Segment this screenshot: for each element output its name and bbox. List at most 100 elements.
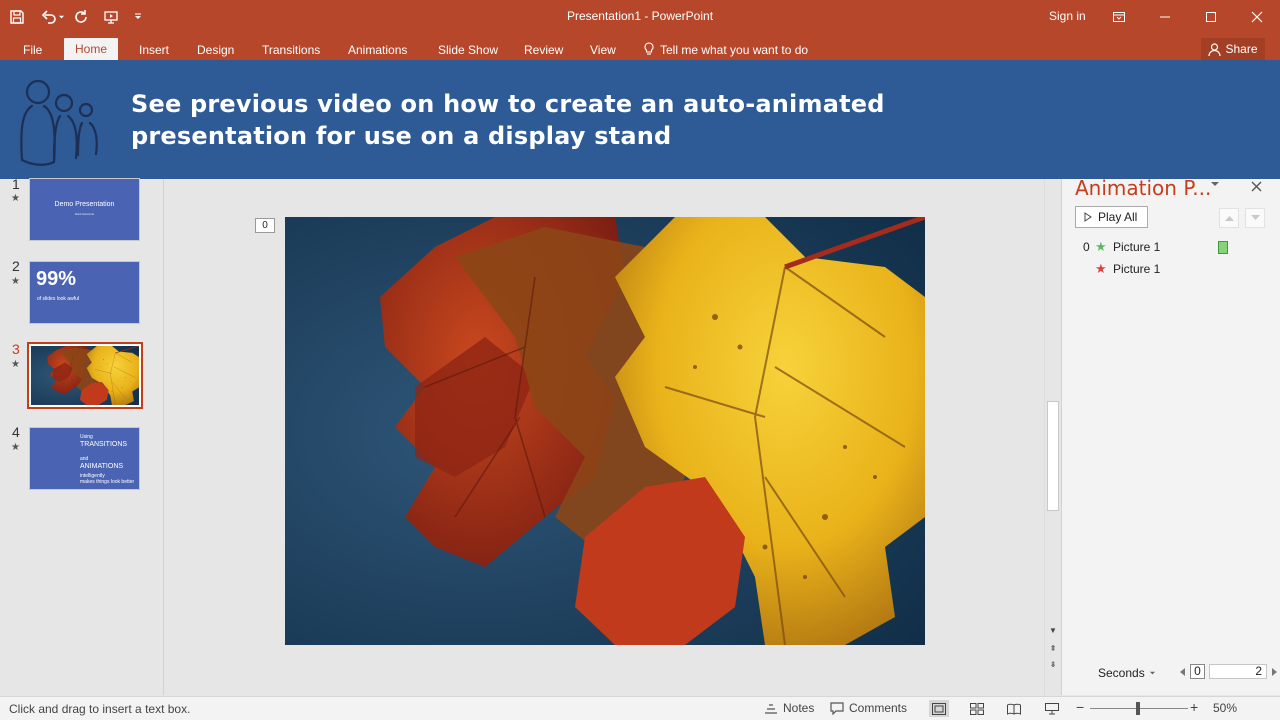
slide-4-line-2: TRANSITIONS (80, 441, 128, 448)
title-bar: Presentation1 - PowerPoint Sign in (0, 0, 1280, 34)
leaf-preview-image (31, 346, 139, 405)
status-bar: Click and drag to insert a text box. Not… (0, 696, 1280, 720)
entrance-star-icon: ★ (1095, 239, 1107, 254)
tab-home[interactable]: Home (64, 38, 119, 60)
minimize-icon (1160, 16, 1170, 18)
animation-order-tag[interactable]: 0 (255, 218, 275, 233)
chevron-down-icon (1149, 671, 1155, 674)
slide-thumbnails-pane: 1 ★ Demo Presentation Mark Edwards 2 ★ 9… (0, 176, 164, 695)
video-caption-banner: See previous video on how to create an a… (0, 60, 1280, 179)
slide-sorter-button[interactable] (967, 700, 987, 717)
zoom-out-button[interactable]: − (1076, 699, 1084, 715)
autumn-leaf-picture[interactable] (285, 217, 925, 645)
slide-3-preview (31, 346, 139, 405)
comments-label: Comments (849, 701, 908, 715)
animation-index: 0 (1083, 240, 1090, 254)
status-hint: Click and drag to insert a text box. (9, 702, 191, 716)
slide-thumbnail-2[interactable]: 99% of slides look awful (29, 261, 140, 324)
banner-line-1: See previous video on how to create an a… (131, 90, 885, 118)
animation-timing-bar (1218, 241, 1228, 254)
slide-show-icon (1045, 702, 1059, 714)
slide-4-line-4: ANIMATIONS (80, 463, 124, 470)
animation-target-name: Picture 1 (1113, 262, 1161, 276)
play-all-button[interactable]: Play All (1075, 206, 1148, 228)
sign-in-link[interactable]: Sign in (1049, 9, 1086, 23)
slide-1-subtitle: Mark Edwards (74, 212, 95, 216)
scrollbar-thumb[interactable] (1047, 401, 1059, 511)
timeline-right-icon[interactable] (1271, 667, 1277, 676)
timeline-scale[interactable]: 0 2 (1180, 664, 1277, 679)
slide-thumbnail-4[interactable]: Using TRANSITIONS and ANIMATIONS intelli… (29, 427, 140, 490)
ribbon-display-options-button[interactable] (1096, 0, 1142, 34)
maximize-icon (1206, 12, 1216, 22)
slide-number-4: 4 (12, 424, 20, 440)
notes-icon (765, 703, 777, 714)
tab-insert[interactable]: Insert (139, 34, 169, 60)
next-slide-icon[interactable]: ⇟ (1048, 660, 1058, 670)
move-down-button[interactable] (1245, 208, 1265, 228)
close-icon (1251, 11, 1263, 23)
people-logo-icon (20, 79, 98, 166)
lightbulb-icon (644, 42, 654, 55)
animation-star-icon: ★ (11, 193, 20, 204)
slide-show-view-button[interactable] (1042, 700, 1062, 717)
editor-vertical-scrollbar[interactable]: ▼ ⇞ ⇟ (1044, 179, 1060, 695)
seconds-label: Seconds (1098, 666, 1145, 680)
share-label: Share (1225, 42, 1258, 56)
tab-design[interactable]: Design (197, 34, 234, 60)
animation-star-icon: ★ (11, 359, 20, 370)
slide-thumbnail-1[interactable]: Demo Presentation Mark Edwards (29, 178, 140, 241)
slide-2-big-number: 99% (36, 268, 77, 290)
tell-me-search[interactable]: Tell me what you want to do (643, 34, 808, 60)
notes-button[interactable]: Notes (764, 701, 814, 715)
reading-view-icon (1007, 703, 1021, 715)
tab-slide-show[interactable]: Slide Show (438, 34, 498, 60)
animation-list-item[interactable]: ★ Picture 1 (1083, 261, 1160, 277)
animation-pane-title: Animation P... (1075, 176, 1212, 200)
slide-4-line-1: Using (80, 434, 93, 440)
tab-review[interactable]: Review (524, 34, 563, 60)
maximize-button[interactable] (1188, 0, 1234, 34)
tab-view[interactable]: View (590, 34, 616, 60)
chevron-down-icon[interactable] (1210, 179, 1220, 189)
person-icon (1208, 42, 1222, 56)
arrow-up-icon (1224, 216, 1234, 221)
move-up-button[interactable] (1219, 208, 1239, 228)
slide-1-title: Demo Presentation (54, 201, 115, 208)
window-title: Presentation1 - PowerPoint (566, 9, 714, 23)
seconds-dropdown[interactable]: Seconds (1098, 666, 1156, 680)
share-button[interactable]: Share (1201, 38, 1265, 60)
tab-transitions[interactable]: Transitions (262, 34, 320, 60)
animation-pane: Animation P... Play All 0 ★ Picture 1 ★ … (1061, 176, 1280, 695)
normal-view-icon (932, 702, 946, 715)
banner-line-2: presentation for use on a display stand (131, 122, 672, 150)
emphasis-star-icon: ★ (1095, 261, 1107, 276)
close-button[interactable] (1234, 0, 1280, 34)
normal-view-button[interactable] (929, 700, 949, 717)
comments-button[interactable]: Comments (830, 701, 907, 715)
zoom-in-button[interactable]: + (1190, 699, 1198, 715)
current-slide-canvas[interactable] (285, 217, 925, 645)
notes-label: Notes (783, 701, 815, 715)
slide-editing-area[interactable]: 0 (165, 179, 1044, 695)
slide-4-line-6: makes things look better (80, 479, 135, 485)
comment-icon (830, 701, 844, 715)
timeline-left-icon[interactable] (1180, 667, 1186, 676)
reading-view-button[interactable] (1004, 700, 1024, 717)
timeline-end: 2 (1209, 664, 1267, 679)
slide-2-subtitle: of slides look awful (37, 296, 79, 302)
tab-file[interactable]: File (23, 34, 42, 60)
play-all-label: Play All (1098, 210, 1138, 224)
ribbon-tabs: File Home Insert Design Transitions Anim… (0, 34, 1280, 60)
scroll-down-arrow-icon[interactable]: ▼ (1048, 626, 1058, 636)
close-pane-icon[interactable] (1251, 181, 1262, 192)
animation-star-icon: ★ (11, 442, 20, 453)
previous-slide-icon[interactable]: ⇞ (1048, 644, 1058, 654)
zoom-level[interactable]: 50% (1213, 701, 1237, 715)
animation-list-item[interactable]: 0 ★ Picture 1 (1083, 239, 1160, 255)
tab-animations[interactable]: Animations (348, 34, 407, 60)
timeline-start: 0 (1190, 664, 1205, 679)
slide-thumbnail-3[interactable] (27, 342, 143, 409)
minimize-button[interactable] (1142, 0, 1188, 34)
zoom-slider-thumb[interactable] (1136, 702, 1140, 715)
